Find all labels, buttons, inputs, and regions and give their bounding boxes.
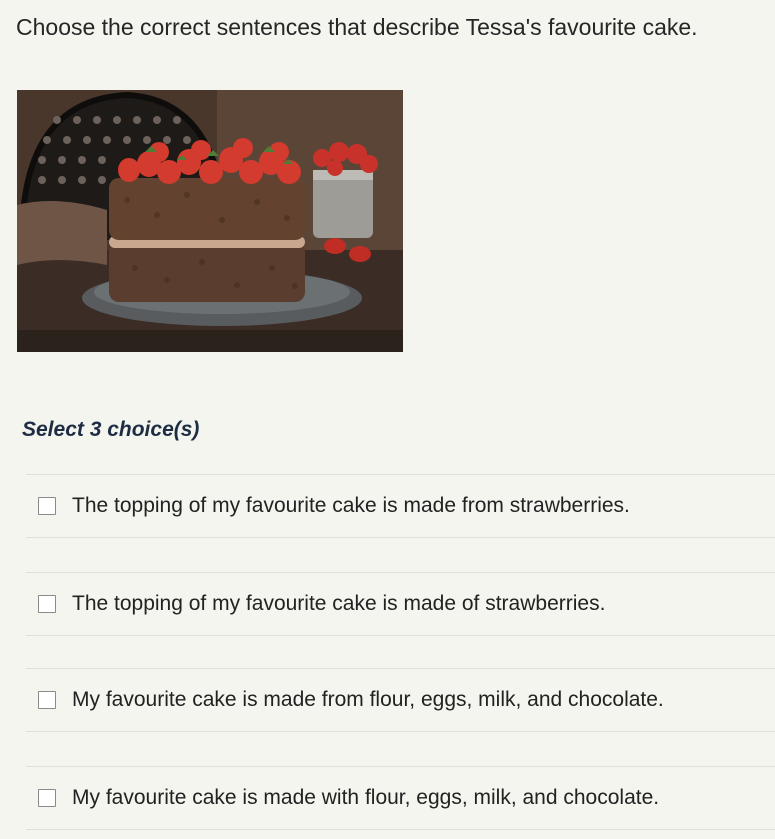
choice-label: My favourite cake is made with flour, eg… [72, 786, 660, 809]
question-text: Choose the correct sentences that descri… [16, 14, 698, 40]
cake-illustration [17, 90, 403, 352]
choice-label: My favourite cake is made from flour, eg… [72, 688, 664, 711]
choice-option-1[interactable]: The topping of my favourite cake is made… [26, 474, 775, 538]
choice-option-2[interactable]: The topping of my favourite cake is made… [26, 572, 775, 636]
choice-option-4[interactable]: My favourite cake is made with flour, eg… [26, 766, 775, 830]
choice-checkbox[interactable] [38, 789, 56, 807]
choice-checkbox[interactable] [38, 497, 56, 515]
choice-checkbox[interactable] [38, 691, 56, 709]
cake-photo [17, 90, 403, 352]
choice-label: The topping of my favourite cake is made… [72, 494, 630, 517]
choice-label: The topping of my favourite cake is made… [72, 592, 606, 615]
choice-checkbox[interactable] [38, 595, 56, 613]
choice-option-3[interactable]: My favourite cake is made from flour, eg… [26, 668, 775, 732]
select-choices-instruction: Select 3 choice(s) [22, 418, 200, 441]
